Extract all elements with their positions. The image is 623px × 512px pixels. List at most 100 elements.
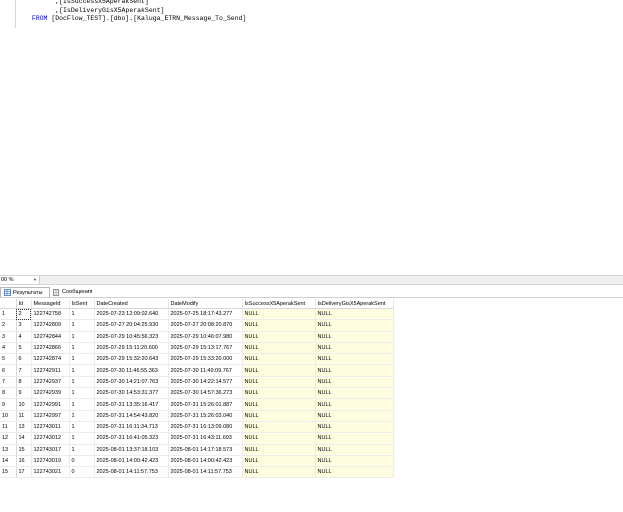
table-cell[interactable]: 4 — [16, 331, 32, 343]
table-cell[interactable]: 16 — [16, 455, 32, 468]
table-cell[interactable]: 2025-07-29 10:46:07.980 — [168, 331, 243, 343]
table-row[interactable]: 10 11 122742997 1 2025-07-31 14:54:43.820 202… — [0, 410, 394, 422]
table-cell[interactable]: 2025-07-29 10:45:56.323 — [94, 331, 169, 343]
table-row[interactable]: 14 16 122743019 0 2025-08-01 14:00:42.423 202… — [0, 455, 394, 468]
tab-messages[interactable]: Сообщения — [53, 287, 92, 297]
table-cell[interactable]: 1 — [69, 398, 95, 411]
table-row[interactable]: 7 8 122742937 1 2025-07-30 14:21:07.763 2025-… — [0, 376, 394, 389]
table-cell[interactable]: 5 — [16, 342, 32, 355]
table-cell[interactable]: 2025-08-01 14:00:42.423 — [168, 455, 243, 468]
table-cell[interactable]: NULL — [315, 331, 394, 343]
table-cell[interactable]: NULL — [315, 342, 394, 355]
table-cell[interactable]: NULL — [242, 421, 316, 434]
table-row[interactable]: 1 2 122742758 1 2025-07-23 12:09:02.640 2025-… — [0, 308, 394, 321]
table-cell[interactable]: 1 — [69, 432, 95, 445]
results-grid[interactable]: Id MessageId IsSent DateCreated DateModify Is… — [0, 299, 623, 512]
row-number[interactable]: 13 — [0, 444, 17, 456]
table-cell[interactable]: NULL — [242, 444, 316, 456]
table-cell[interactable]: NULL — [242, 410, 316, 422]
column-header[interactable]: MessageId — [31, 299, 70, 309]
table-cell[interactable]: 2025-07-31 16:41:05.323 — [94, 432, 169, 445]
table-cell[interactable]: 2025-08-01 14:17:18.573 — [168, 444, 243, 456]
table-cell[interactable]: NULL — [315, 410, 394, 422]
table-cell[interactable]: NULL — [242, 319, 316, 332]
table-cell[interactable]: 2 — [16, 308, 32, 321]
table-cell[interactable]: 1 — [69, 387, 95, 400]
table-cell[interactable]: 10 — [16, 398, 32, 411]
table-cell[interactable]: 2025-07-31 16:11:34.713 — [94, 421, 169, 434]
table-cell[interactable]: NULL — [315, 308, 394, 321]
table-cell[interactable]: NULL — [242, 331, 316, 343]
table-cell[interactable]: 1 — [69, 421, 95, 434]
table-cell[interactable]: 0 — [69, 466, 95, 479]
table-cell[interactable]: 2025-07-31 15:26:01.887 — [168, 398, 243, 411]
column-header[interactable]: DateModify — [168, 299, 243, 309]
table-cell[interactable]: NULL — [315, 376, 394, 389]
row-number[interactable]: 8 — [0, 387, 17, 400]
table-cell[interactable]: 2025-07-30 11:49:09.767 — [168, 364, 243, 377]
table-cell[interactable]: 7 — [16, 364, 32, 377]
editor-vertical-scrollbar[interactable] — [612, 0, 623, 275]
table-cell[interactable]: 1 — [69, 376, 95, 389]
sql-code[interactable]: ,[IsSuccessX5AperakSent] ,[IsDeliveryGis… — [24, 0, 247, 24]
row-number[interactable]: 6 — [0, 364, 17, 377]
table-cell[interactable]: 2025-07-31 14:54:43.820 — [94, 410, 169, 422]
column-header[interactable]: DateCreated — [94, 299, 169, 309]
table-cell[interactable]: 122742874 — [31, 353, 70, 366]
table-cell[interactable]: NULL — [315, 353, 394, 366]
row-number-header[interactable] — [0, 299, 17, 309]
table-row[interactable]: 12 14 122743012 1 2025-07-31 16:41:05.323 202… — [0, 432, 394, 445]
table-cell[interactable]: NULL — [315, 444, 394, 456]
column-header[interactable]: Id — [16, 299, 32, 309]
table-cell[interactable]: NULL — [242, 432, 316, 445]
table-cell[interactable]: 2025-07-31 16:13:09.080 — [168, 421, 243, 434]
table-cell[interactable]: 2025-07-23 12:09:02.640 — [94, 308, 169, 321]
row-number[interactable]: 5 — [0, 353, 17, 366]
table-cell[interactable]: 1 — [69, 331, 95, 343]
table-cell[interactable]: 122742991 — [31, 398, 70, 411]
table-cell[interactable]: 2025-08-01 14:11:57.753 — [168, 466, 243, 479]
column-header[interactable]: IsDeliveryGisX5AperakSent — [315, 299, 394, 309]
table-cell[interactable]: 2025-07-29 15:33:20.000 — [168, 353, 243, 366]
table-cell[interactable]: 122742937 — [31, 376, 70, 389]
table-cell[interactable]: NULL — [315, 364, 394, 377]
table-cell[interactable]: 122743019 — [31, 455, 70, 468]
table-row[interactable]: 11 13 122743011 1 2025-07-31 16:11:34.713 202… — [0, 421, 394, 434]
column-header[interactable]: IsSuccessX5AperakSent — [242, 299, 316, 309]
table-cell[interactable]: NULL — [315, 455, 394, 468]
row-number[interactable]: 14 — [0, 455, 17, 468]
table-cell[interactable]: NULL — [242, 387, 316, 400]
table-cell[interactable]: NULL — [315, 398, 394, 411]
table-cell[interactable]: 122742866 — [31, 342, 70, 355]
table-cell[interactable]: 2025-07-30 14:57:36.273 — [168, 387, 243, 400]
table-cell[interactable]: 122742758 — [31, 308, 70, 321]
row-number[interactable]: 9 — [0, 398, 17, 411]
row-number[interactable]: 7 — [0, 376, 17, 389]
table-cell[interactable]: NULL — [315, 319, 394, 332]
table-cell[interactable]: NULL — [315, 466, 394, 479]
table-cell[interactable]: NULL — [242, 308, 316, 321]
table-cell[interactable]: 122742939 — [31, 387, 70, 400]
table-row[interactable]: 8 9 122742939 1 2025-07-30 14:53:31.377 2025-… — [0, 387, 394, 400]
table-cell[interactable]: 2025-07-27 20:04:25.930 — [94, 319, 169, 332]
table-cell[interactable]: 2025-07-31 13:35:16.417 — [94, 398, 169, 411]
table-cell[interactable]: 8 — [16, 376, 32, 389]
table-row[interactable]: 2 3 122742809 1 2025-07-27 20:04:25.930 2025-… — [0, 319, 394, 332]
row-number[interactable]: 15 — [0, 466, 17, 479]
column-header[interactable]: IsSent — [69, 299, 95, 309]
table-cell[interactable]: 2025-08-01 13:37:18.103 — [94, 444, 169, 456]
table-cell[interactable]: 9 — [16, 387, 32, 400]
table-cell[interactable]: 2025-07-30 14:53:31.377 — [94, 387, 169, 400]
table-cell[interactable]: 1 — [69, 364, 95, 377]
table-cell[interactable]: 2025-07-29 15:11:20.600 — [94, 342, 169, 355]
row-number[interactable]: 3 — [0, 331, 17, 343]
row-number[interactable]: 2 — [0, 319, 17, 332]
table-cell[interactable]: 2025-08-01 14:11:57.753 — [94, 466, 169, 479]
table-row[interactable]: 4 5 122742866 1 2025-07-29 15:11:20.600 2025-… — [0, 342, 394, 355]
table-cell[interactable]: 122742844 — [31, 331, 70, 343]
row-number[interactable]: 12 — [0, 432, 17, 445]
row-number[interactable]: 1 — [0, 308, 17, 321]
table-cell[interactable]: 1 — [69, 308, 95, 321]
table-cell[interactable]: 122742809 — [31, 319, 70, 332]
table-cell[interactable]: NULL — [242, 342, 316, 355]
